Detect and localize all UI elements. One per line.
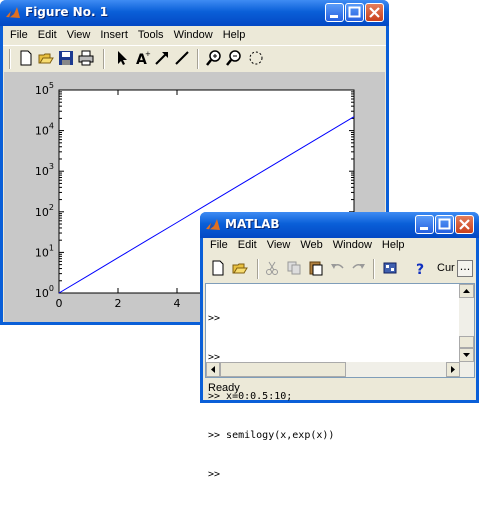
toolbar-separator <box>373 259 375 279</box>
figure-title: Figure No. 1 <box>25 5 109 19</box>
minimize-button[interactable] <box>325 3 344 22</box>
print-icon[interactable] <box>77 49 95 67</box>
menu-help[interactable]: Help <box>218 26 251 44</box>
horizontal-scrollbar[interactable] <box>206 362 474 377</box>
menu-view[interactable]: View <box>62 26 96 44</box>
help-icon[interactable]: ? <box>411 259 429 277</box>
maximize-icon <box>438 218 451 230</box>
menu-edit[interactable]: Edit <box>233 236 262 254</box>
svg-text:+: + <box>145 50 151 58</box>
save-icon[interactable] <box>57 49 75 67</box>
toolbar-separator <box>103 49 105 69</box>
x-tick-label: 4 <box>174 297 181 310</box>
close-button[interactable] <box>455 215 474 234</box>
figure-toolbar: A + <box>3 45 386 72</box>
menu-view[interactable]: View <box>262 236 296 254</box>
zoom-out-icon[interactable] <box>225 49 243 67</box>
toolbar-grip <box>9 49 11 69</box>
toolbar-separator <box>197 49 199 69</box>
open-file-icon[interactable] <box>231 259 249 277</box>
matlab-titlebar[interactable]: MATLAB <box>200 212 479 238</box>
insert-arrow-icon[interactable] <box>153 49 171 67</box>
svg-text:?: ? <box>416 262 424 277</box>
zoom-in-icon[interactable] <box>205 49 223 67</box>
figure-titlebar[interactable]: Figure No. 1 <box>0 0 389 26</box>
insert-text-icon[interactable]: A+ <box>133 49 151 67</box>
matlab-menubar: File Edit View Web Window Help <box>205 236 476 254</box>
matlab-logo-icon <box>6 7 20 18</box>
redo-icon[interactable] <box>349 259 367 277</box>
y-tick-label: 105 <box>35 81 54 97</box>
minimize-icon <box>330 15 338 18</box>
status-bar: Ready <box>205 380 475 398</box>
console-line: >> <box>208 469 221 480</box>
figure-menubar: File Edit View Insert Tools Window Help <box>5 26 386 44</box>
maximize-icon <box>348 6 361 18</box>
menu-web[interactable]: Web <box>295 236 327 254</box>
status-text: Ready <box>208 382 240 394</box>
y-tick-label: 104 <box>35 122 54 138</box>
y-tick-label: 100 <box>35 284 54 300</box>
close-icon <box>369 7 380 18</box>
minimize-button[interactable] <box>415 215 434 234</box>
open-file-icon[interactable] <box>37 49 55 67</box>
cut-icon[interactable] <box>263 259 281 277</box>
scroll-right-icon[interactable] <box>446 362 460 377</box>
undo-icon[interactable] <box>329 259 347 277</box>
new-figure-icon[interactable] <box>17 49 35 67</box>
menu-window[interactable]: Window <box>328 236 377 254</box>
command-window[interactable]: >> >> >> x=0:0.5:10; >> semilogy(x,exp(x… <box>205 283 475 480</box>
scroll-thumb[interactable] <box>220 362 346 377</box>
vertical-scrollbar[interactable] <box>459 284 474 362</box>
scroll-up-icon[interactable] <box>459 284 474 298</box>
menu-file[interactable]: File <box>205 236 233 254</box>
menu-window[interactable]: Window <box>169 26 218 44</box>
toolbar-separator <box>257 259 259 279</box>
maximize-button[interactable] <box>345 3 364 22</box>
matlab-window: MATLAB File Edit View Web Window Help ? … <box>200 212 479 480</box>
matlab-title: MATLAB <box>225 217 280 231</box>
scroll-down-icon[interactable] <box>459 348 474 362</box>
matlab-logo-icon <box>206 219 220 230</box>
maximize-button[interactable] <box>435 215 454 234</box>
scroll-thumb[interactable] <box>459 336 474 348</box>
console-line: >> <box>208 313 221 324</box>
close-button[interactable] <box>365 3 384 22</box>
browse-label: ... <box>459 260 471 273</box>
rotate-3d-icon[interactable] <box>247 49 265 67</box>
menu-edit[interactable]: Edit <box>33 26 62 44</box>
console-line: >> semilogy(x,exp(x)) <box>208 430 335 441</box>
menu-insert[interactable]: Insert <box>95 26 133 44</box>
y-tick-label: 102 <box>35 203 54 219</box>
y-tick-label: 101 <box>35 243 54 259</box>
select-arrow-icon[interactable] <box>113 49 131 67</box>
paste-icon[interactable] <box>307 259 325 277</box>
menu-tools[interactable]: Tools <box>133 26 169 44</box>
x-tick-label: 2 <box>115 297 122 310</box>
menu-file[interactable]: File <box>5 26 33 44</box>
minimize-icon <box>420 227 428 230</box>
current-directory-label: Cur <box>437 262 455 274</box>
simulink-icon[interactable] <box>381 259 399 277</box>
new-file-icon[interactable] <box>209 259 227 277</box>
matlab-toolbar: ? Cur ... <box>203 256 476 282</box>
menu-help[interactable]: Help <box>377 236 410 254</box>
scroll-left-icon[interactable] <box>206 362 220 377</box>
x-tick-label: 0 <box>56 297 63 310</box>
insert-line-icon[interactable] <box>173 49 191 67</box>
close-icon <box>459 219 470 230</box>
browse-button[interactable]: ... <box>457 260 473 277</box>
y-tick-label: 103 <box>35 162 54 178</box>
copy-icon[interactable] <box>285 259 303 277</box>
